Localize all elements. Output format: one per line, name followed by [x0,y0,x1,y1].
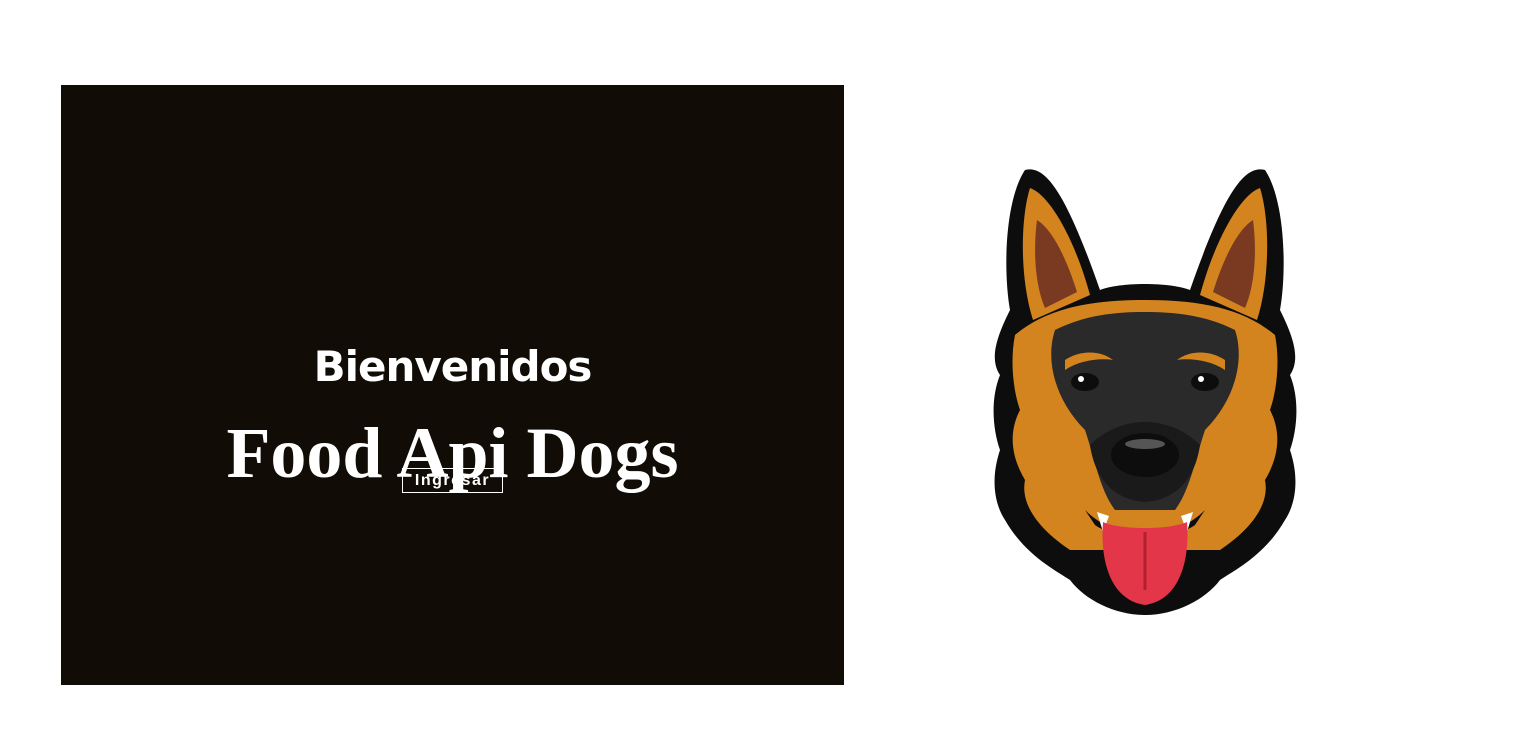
nose-highlight [1125,439,1165,449]
right-eye-glint [1198,376,1204,382]
welcome-heading: Bienvenidos [313,342,593,391]
hero-panel: Bienvenidos Food Api Dogs Ingresar [61,85,844,685]
landing-page: Bienvenidos Food Api Dogs Ingresar [0,0,1537,742]
left-eye [1071,373,1099,391]
enter-button[interactable]: Ingresar [402,468,503,493]
right-eye [1191,373,1219,391]
left-eye-glint [1078,376,1084,382]
german-shepherd-dog-icon [993,169,1297,615]
